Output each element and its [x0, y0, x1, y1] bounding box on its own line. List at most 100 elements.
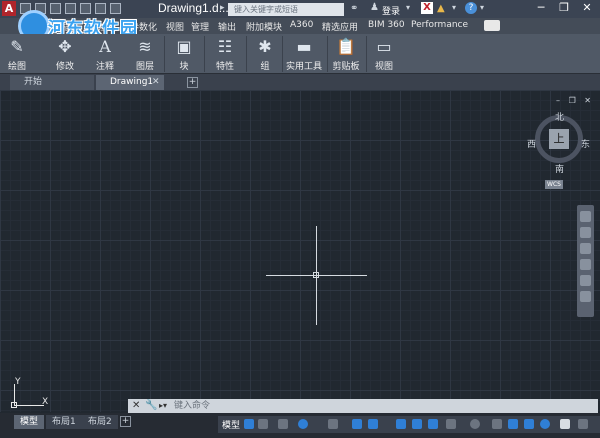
ribbon-separator	[204, 36, 205, 72]
isodraft-icon[interactable]	[328, 419, 338, 429]
clipboard-button[interactable]: 📋 剪贴板	[330, 34, 362, 74]
modify-label: 修改	[55, 62, 74, 72]
block-button[interactable]: ▣ 块	[170, 34, 198, 74]
hardware-acceleration-icon[interactable]	[508, 419, 518, 429]
wcs-menu[interactable]: WCS	[545, 180, 563, 189]
qat-open-icon[interactable]	[35, 3, 46, 14]
login-dropdown-icon[interactable]: ▾	[406, 3, 410, 12]
tab-performance[interactable]: Performance	[411, 20, 468, 30]
layout-tab-model[interactable]: 模型	[14, 415, 45, 429]
qat-saveas-icon[interactable]	[65, 3, 76, 14]
recent-commands-icon[interactable]: ▸▾	[159, 399, 167, 413]
ortho-icon[interactable]	[278, 419, 288, 429]
customize-menu-icon[interactable]	[578, 419, 588, 429]
tab-bim360[interactable]: BIM 360	[368, 20, 405, 30]
minimize-button[interactable]: ─	[530, 0, 552, 16]
user-icon[interactable]: ♟	[370, 2, 379, 13]
grid-icon[interactable]	[244, 419, 254, 429]
properties-button[interactable]: ☷ 特性	[210, 34, 240, 74]
tab-annotate[interactable]: 注释	[98, 20, 116, 33]
pan-icon[interactable]	[580, 227, 591, 238]
ribbon-separator	[282, 36, 283, 72]
connect-dropdown-icon[interactable]: ▾	[452, 3, 456, 12]
exchange-apps-icon[interactable]: X	[421, 2, 433, 14]
view-button[interactable]: ▭ 视图	[370, 34, 398, 74]
layout-tab-layout2[interactable]: 布局2	[82, 415, 118, 429]
document-tab-bar: 开始 Drawing1 ✕ +	[0, 74, 600, 90]
compass-west[interactable]: 西	[527, 137, 536, 150]
tab-view[interactable]: 视图	[166, 20, 184, 33]
osnap-tracking-icon[interactable]	[352, 419, 362, 429]
annotation-visibility-icon[interactable]	[412, 419, 422, 429]
new-tab-button[interactable]: +	[187, 77, 198, 88]
add-layout-button[interactable]: +	[120, 416, 131, 427]
tab-start[interactable]: 开始	[10, 75, 94, 90]
group-button[interactable]: ✱ 组	[252, 34, 278, 74]
close-button[interactable]: ✕	[576, 0, 598, 16]
tab-manage[interactable]: 管理	[191, 20, 209, 33]
command-line: ✕ 🔧 ▸▾ 键入命令	[128, 399, 598, 413]
annotation-button[interactable]: A 注释	[91, 34, 119, 74]
compass-north[interactable]: 北	[555, 110, 564, 123]
wrench-icon[interactable]: 🔧	[145, 399, 157, 413]
orbit-icon[interactable]	[580, 259, 591, 270]
navbar-menu-icon[interactable]	[580, 291, 591, 302]
clean-screen-icon[interactable]	[560, 419, 570, 429]
app-menu-button[interactable]: A	[2, 1, 16, 16]
viewcube-top-face[interactable]: 上	[549, 129, 569, 149]
isolate-objects-icon[interactable]	[524, 419, 534, 429]
block-icon: ▣	[176, 37, 192, 56]
ucs-origin-box	[11, 402, 17, 408]
add-icon[interactable]	[492, 419, 502, 429]
tab-a360[interactable]: A360	[290, 20, 313, 30]
ribbon-toggle-icon[interactable]	[484, 20, 500, 31]
units-icon[interactable]	[540, 419, 550, 429]
workspace-gear-icon[interactable]	[470, 419, 480, 429]
qat-redo-icon[interactable]	[110, 3, 121, 14]
compass-south[interactable]: 南	[555, 162, 564, 175]
annotation-scale-icon[interactable]	[396, 419, 406, 429]
command-input[interactable]: 键入命令	[174, 399, 210, 413]
restore-button[interactable]: ❐	[553, 0, 575, 16]
qat-plot-icon[interactable]	[80, 3, 91, 14]
close-icon[interactable]: ✕	[132, 399, 140, 413]
draw-button[interactable]: ✎ 绘图	[2, 34, 32, 74]
help-icon[interactable]: ?	[465, 2, 477, 14]
zoom-icon[interactable]	[580, 243, 591, 254]
polar-icon[interactable]	[298, 419, 308, 429]
tab-featured-apps[interactable]: 精选应用	[322, 20, 358, 33]
compass-east[interactable]: 东	[581, 137, 590, 150]
osnap-icon[interactable]	[368, 419, 378, 429]
view-icon: ▭	[376, 37, 392, 56]
drawing-canvas[interactable]: – ❐ ✕	[0, 90, 600, 412]
search-expand-icon[interactable]: ▸	[220, 3, 225, 13]
utilities-button[interactable]: ▬ 实用工具	[285, 34, 323, 74]
layout-tab-layout1[interactable]: 布局1	[46, 415, 82, 429]
steering-wheel-icon[interactable]	[580, 211, 591, 222]
model-space-toggle[interactable]: 模型	[222, 418, 240, 431]
tab-addins[interactable]: 附加模块	[246, 20, 282, 33]
group-label: 组	[260, 62, 270, 72]
qat-undo-icon[interactable]	[95, 3, 106, 14]
modify-button[interactable]: ✥ 修改	[50, 34, 80, 74]
stay-connected-icon[interactable]: ▲	[437, 3, 445, 14]
viewport-controls[interactable]: – ❐ ✕	[556, 96, 594, 105]
close-tab-icon[interactable]: ✕	[152, 75, 160, 90]
viewcube[interactable]: 上 北 南 东 西	[527, 110, 590, 175]
layers-button[interactable]: ≋ 图层	[131, 34, 159, 74]
ribbon-separator	[327, 36, 328, 72]
tab-insert[interactable]: 插入	[62, 20, 80, 33]
auto-scale-icon[interactable]	[428, 419, 438, 429]
login-button[interactable]: 登录	[382, 4, 400, 17]
tab-parametric[interactable]: 参数化	[130, 20, 157, 33]
tab-output[interactable]: 输出	[218, 20, 236, 33]
qat-save-icon[interactable]	[50, 3, 61, 14]
search-input[interactable]: 键入关键字或短语	[228, 3, 344, 16]
scale-icon[interactable]	[446, 419, 456, 429]
help-dropdown-icon[interactable]: ▾	[480, 3, 484, 12]
showmotion-icon[interactable]	[580, 275, 591, 286]
ribbon-separator	[366, 36, 367, 72]
snap-icon[interactable]	[258, 419, 268, 429]
binoculars-icon[interactable]: ⚭	[350, 3, 362, 15]
qat-new-icon[interactable]	[20, 3, 31, 14]
